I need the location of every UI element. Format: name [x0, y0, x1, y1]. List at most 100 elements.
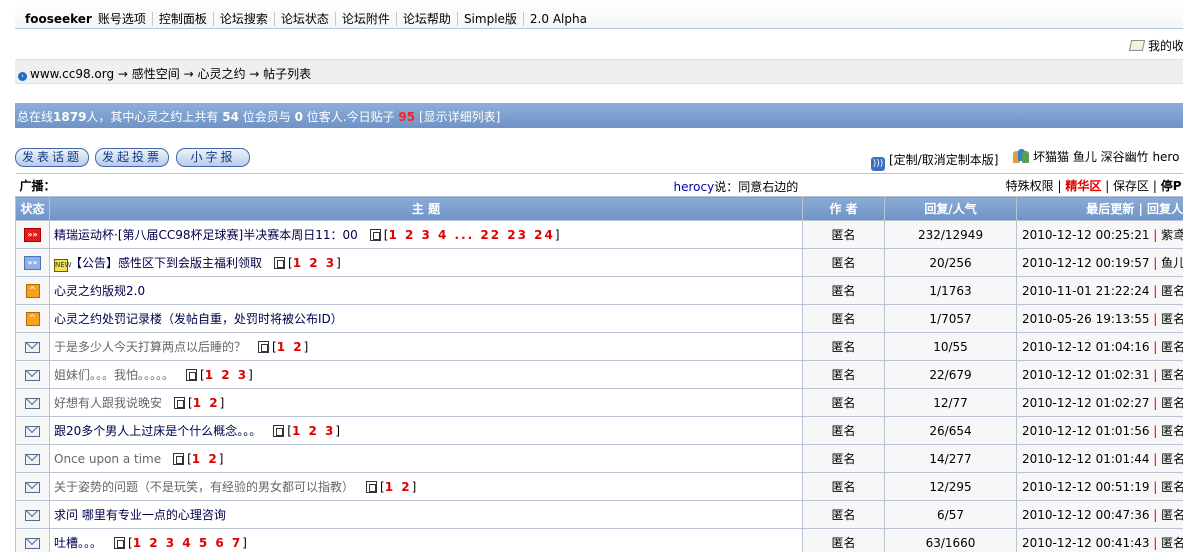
last-replier[interactable]: 匿名	[1161, 368, 1182, 382]
breadcrumb-text[interactable]: www.cc98.org → 感性空间 → 心灵之约 → 帖子列表	[30, 67, 311, 81]
pages-close: ]	[219, 396, 225, 410]
broadcast-label: 广播：	[19, 178, 56, 193]
small-report-button[interactable]: 小字报	[176, 148, 250, 167]
last-update-cell: 2010-12-12 01:02:27 | 匿名	[1016, 388, 1183, 417]
envelope-icon	[25, 537, 40, 549]
last-update-time: 2010-12-12 01:04:16	[1022, 340, 1150, 354]
pages-close: ]	[554, 228, 560, 242]
topic-title-link[interactable]: 跟20多个男人上过床是个什么概念。。。	[54, 424, 261, 438]
last-replier[interactable]: 匿名	[1161, 508, 1182, 522]
last-replier[interactable]: 匿名	[1161, 396, 1182, 410]
nav-control-panel[interactable]: 控制面板	[151, 12, 213, 26]
table-row: 吐槽。。。 [1 2 3 4 5 6 7] 匿名 63/1660 2010-12-12 …	[15, 528, 1183, 552]
breadcrumb: › www.cc98.org → 感性空间 → 心灵之约 → 帖子列表	[15, 59, 1183, 84]
nav-forum-status[interactable]: 论坛状态	[273, 12, 335, 26]
moderator-names[interactable]: 坏猫猫 鱼儿 深谷幽竹 hero	[1033, 150, 1179, 164]
table-row: Once upon a time [1 2] 匿名 14/277 2010-12-12 …	[15, 444, 1183, 473]
my-favorites-link[interactable]: 我的收	[1128, 37, 1183, 54]
topic-title-link[interactable]: 心灵之约版规2.0	[54, 284, 145, 298]
status-cell	[15, 332, 50, 361]
online-mid1: 人，其中心灵之约上共有	[86, 110, 223, 124]
last-replier[interactable]: 匿名	[1161, 536, 1182, 550]
topic-cell: 求问 哪里有专业一点的心理咨询	[48, 500, 804, 529]
last-replier[interactable]: 鱼儿	[1161, 256, 1182, 270]
new-topic-button[interactable]: 发表话题	[15, 148, 89, 167]
pinned-icon: ^	[25, 311, 40, 326]
table-header: 状态 主 题 作 者 回复/人气 最后更新 | 回复人	[15, 196, 1183, 221]
topic-title-link[interactable]: 关于姿势的问题（不是玩笑，有经验的男女都可以指教）	[54, 480, 354, 494]
topic-cell: 吐槽。。。 [1 2 3 4 5 6 7]	[48, 528, 804, 552]
page-links[interactable]: 1 2 3	[292, 424, 335, 438]
online-status-bar: 总在线1879人，其中心灵之约上共有 54 位会员与 0 位客人.今日贴子 95…	[15, 103, 1183, 128]
topic-title-link[interactable]: 吐槽。。。	[54, 536, 102, 550]
page-links[interactable]: 1 2	[385, 480, 412, 494]
pages-icon	[114, 537, 126, 549]
topic-title-link[interactable]: 姐妹们。。。我怕。。。。。	[54, 368, 174, 382]
nav-alpha-version[interactable]: 2.0 Alpha	[522, 12, 593, 26]
nav-account-options[interactable]: 账号选项	[98, 12, 152, 26]
pinned-icon: ^	[25, 283, 40, 298]
topic-title-link[interactable]: 心灵之约处罚记录楼（发帖自重，处罚时将被公布ID）	[54, 312, 343, 326]
nav-forum-attachments[interactable]: 论坛附件	[334, 12, 396, 26]
favorites-icon	[1128, 40, 1146, 51]
top-navigation-bar: fooseeker 账号选项 控制面板 论坛搜索 论坛状态 论坛附件 论坛帮助 Simple版…	[15, 2, 1183, 29]
stop-link[interactable]: 停P	[1161, 179, 1182, 193]
page-links[interactable]: 1 2 3 4 5 6 7	[133, 536, 243, 550]
page-links[interactable]: 1 2	[193, 396, 220, 410]
last-replier[interactable]: 匿名	[1161, 452, 1182, 466]
replies-views-cell: 1/1763	[884, 276, 1018, 305]
table-row: ^ 心灵之约处罚记录楼（发帖自重，处罚时将被公布ID） 匿名 1/7057 2010-0…	[15, 304, 1183, 333]
last-replier[interactable]: 匿名	[1161, 480, 1182, 494]
new-vote-button[interactable]: 发起投票	[95, 148, 169, 167]
rss-subscribe-link[interactable]: ))) [定制/取消定制本版]	[871, 151, 998, 171]
page-links[interactable]: 1 2	[192, 452, 219, 466]
nav-forum-search[interactable]: 论坛搜索	[212, 12, 274, 26]
pages-icon	[186, 369, 198, 381]
elite-area-link[interactable]: 精华区	[1065, 179, 1101, 193]
page-links[interactable]: 1 2 3	[205, 368, 248, 382]
show-detail-list-link[interactable]: [显示详细列表]	[419, 110, 500, 124]
table-row: 姐妹们。。。我怕。。。。。 [1 2 3] 匿名 22/679 2010-12-12 0…	[15, 360, 1183, 389]
page-links[interactable]: 1 2 3	[293, 256, 336, 270]
topic-title-link[interactable]: 好想有人跟我说晚安	[54, 396, 162, 410]
last-replier[interactable]: 匿名	[1161, 284, 1182, 298]
topic-title-link[interactable]: 求问 哪里有专业一点的心理咨询	[54, 508, 226, 522]
last-replier[interactable]: 匿名	[1161, 312, 1182, 326]
replies-views-cell: 1/7057	[884, 304, 1018, 333]
nav-forum-help[interactable]: 论坛帮助	[395, 12, 457, 26]
pages-close: ]	[218, 451, 224, 466]
last-replier[interactable]: 匿名	[1161, 424, 1182, 438]
nav-simple-version[interactable]: Simple版	[456, 12, 523, 26]
topic-title-link[interactable]: Once upon a time	[54, 452, 161, 466]
online-prefix: 总在线	[17, 110, 54, 124]
pages-icon	[273, 425, 285, 437]
rss-label: [定制/取消定制本版]	[889, 153, 999, 167]
topic-title-link[interactable]: 精瑞运动杯·[第八届CC98杯足球赛]半决赛本周日11：00	[54, 228, 358, 242]
table-row: ^ 心灵之约版规2.0 匿名 1/1763 2010-11-01 21:22:24 | …	[15, 276, 1183, 305]
page-links[interactable]: 1 2 3 4 ... 22 23 24	[388, 228, 554, 242]
last-update-cell: 2010-12-12 00:41:43 | 匿名	[1016, 528, 1183, 552]
topic-title-link[interactable]: 于是多少人今天打算两点以后睡的？	[54, 340, 246, 354]
save-area-link[interactable]: 保存区	[1113, 179, 1149, 193]
page-links[interactable]: 1 2	[277, 340, 304, 354]
replies-views-cell: 26/654	[884, 416, 1018, 445]
hot-topic-icon: »»	[24, 227, 41, 242]
pages-icon	[173, 452, 185, 465]
status-cell: ^	[15, 276, 50, 305]
pages-icon	[258, 341, 270, 353]
last-replier[interactable]: 匿名	[1161, 340, 1182, 354]
pages-icon	[369, 229, 381, 241]
status-cell	[15, 416, 50, 445]
topic-cell: 关于姿势的问题（不是玩笑，有经验的男女都可以指教） [1 2]	[48, 472, 804, 501]
topic-cell: Once upon a time [1 2]	[48, 444, 804, 473]
last-replier[interactable]: 紫鸢	[1161, 228, 1182, 242]
status-cell	[15, 444, 50, 473]
topic-cell: 心灵之约版规2.0	[48, 276, 804, 305]
last-update-cell: 2010-12-12 00:25:21 | 紫鸢	[1016, 220, 1183, 249]
username-link[interactable]: fooseeker	[15, 12, 98, 26]
special-permissions-link[interactable]: 特殊权限	[1006, 179, 1054, 193]
broadcast-author[interactable]: herocy	[674, 180, 715, 194]
topic-cell: 跟20多个男人上过床是个什么概念。。。 [1 2 3]	[48, 416, 804, 445]
moderators-icon	[1013, 149, 1029, 163]
topic-title-link[interactable]: 【公告】感性区下到会版主福利领取	[70, 256, 262, 270]
